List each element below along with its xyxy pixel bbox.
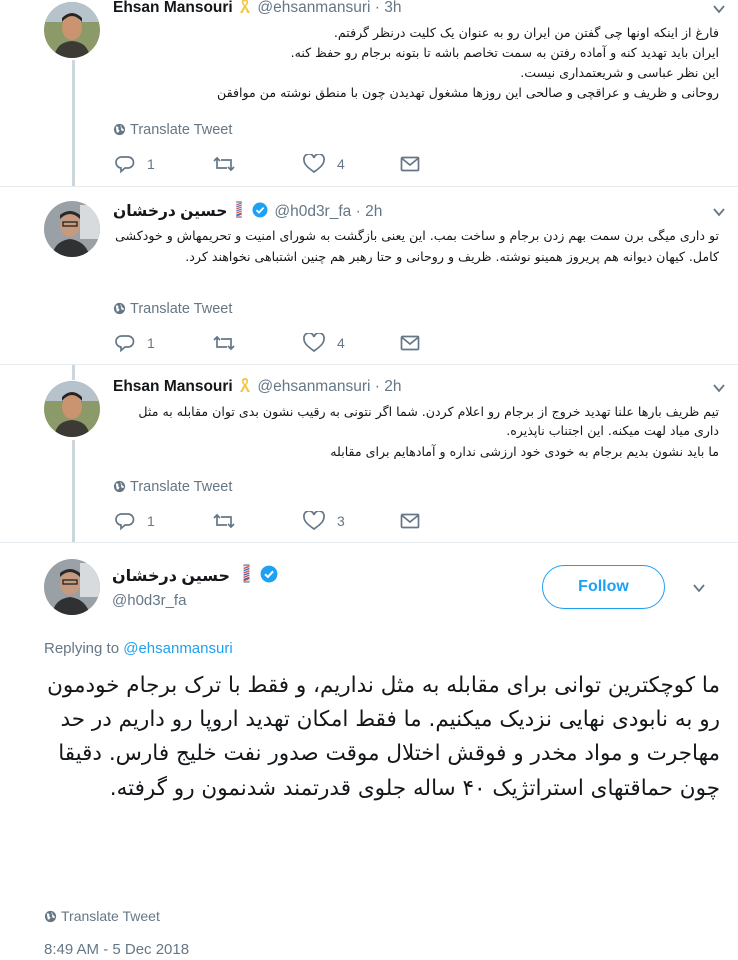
handle[interactable]: @h0d3r_fa bbox=[274, 203, 351, 220]
translate-tweet-link[interactable]: Translate Tweet bbox=[113, 479, 232, 497]
message-icon bbox=[400, 156, 420, 172]
separator-dot: · bbox=[355, 203, 361, 220]
tweet-paragraph: ایران باید تهدید کنه و آماده رفتن به سمت… bbox=[290, 44, 719, 60]
translate-tweet-link[interactable]: Translate Tweet bbox=[44, 908, 160, 926]
reply-button[interactable]: 1 bbox=[115, 153, 155, 175]
like-icon bbox=[303, 154, 325, 174]
like-icon bbox=[303, 333, 325, 353]
verified-icon bbox=[260, 565, 278, 588]
reply-count: 1 bbox=[147, 335, 155, 351]
tweet-paragraph: تو داری میگی برن سمت بهم زدن برجام و ساخ… bbox=[115, 228, 719, 265]
avatar[interactable] bbox=[44, 559, 100, 615]
like-button[interactable]: 3 bbox=[303, 510, 345, 532]
yellow-ribbon-icon bbox=[239, 0, 251, 19]
tweet-timestamp[interactable]: 8:49 AM - 5 Dec 2018 bbox=[44, 941, 189, 958]
like-count: 3 bbox=[337, 513, 345, 529]
globe-icon bbox=[113, 123, 126, 140]
display-name[interactable]: حسین درخشان bbox=[113, 203, 227, 220]
separator-dot: · bbox=[374, 0, 380, 16]
replying-to: Replying to @ehsanmansuri bbox=[44, 640, 233, 657]
tweet-header: حسین درخشان @h0d3r_fa · 2h bbox=[113, 201, 382, 223]
chevron-down-icon[interactable] bbox=[712, 205, 726, 219]
verified-icon bbox=[252, 202, 268, 223]
display-name-text: حسین درخشان bbox=[112, 568, 231, 585]
like-count: 4 bbox=[337, 335, 345, 351]
avatar-image bbox=[44, 201, 100, 257]
handle[interactable]: @ehsanmansuri bbox=[257, 0, 370, 16]
avatar-image bbox=[44, 2, 100, 58]
avatar[interactable] bbox=[44, 201, 100, 257]
like-count: 4 bbox=[337, 156, 345, 172]
translate-label: Translate Tweet bbox=[61, 908, 160, 924]
translate-tweet-link[interactable]: Translate Tweet bbox=[113, 122, 232, 140]
handle[interactable]: @h0d3r_fa bbox=[112, 592, 186, 609]
translate-label: Translate Tweet bbox=[130, 301, 233, 317]
mention-link[interactable]: @ehsanmansuri bbox=[123, 640, 232, 657]
translate-tweet-link[interactable]: Translate Tweet bbox=[113, 301, 232, 319]
handle[interactable]: @ehsanmansuri bbox=[257, 378, 370, 395]
tweet-time[interactable]: 3h bbox=[384, 0, 401, 16]
thread-tweet-2[interactable]: حسین درخشان @h0d3r_fa · 2h تو داری میگی … bbox=[0, 186, 738, 364]
replying-prefix: Replying to bbox=[44, 640, 120, 657]
translate-label: Translate Tweet bbox=[130, 479, 233, 495]
reply-count: 1 bbox=[147, 156, 155, 172]
message-icon bbox=[400, 513, 420, 529]
reply-icon bbox=[115, 156, 135, 174]
yellow-ribbon-icon bbox=[239, 377, 251, 398]
avatar-image bbox=[44, 381, 100, 437]
tweet-paragraph: این نظر عباسی و شریعتمداری نیست. bbox=[520, 64, 719, 80]
translate-label: Translate Tweet bbox=[130, 122, 233, 138]
tweet-text: فارغ از اینکه اونها چی گفتن من ایران رو … bbox=[113, 24, 719, 104]
tweet-text: تو داری میگی برن سمت بهم زدن برجام و ساخ… bbox=[113, 225, 719, 269]
chevron-down-icon[interactable] bbox=[712, 2, 726, 16]
retweet-button[interactable] bbox=[212, 510, 236, 532]
avatar-image bbox=[44, 559, 100, 615]
retweet-button[interactable] bbox=[212, 153, 236, 175]
chevron-down-icon[interactable] bbox=[692, 581, 706, 595]
reply-icon bbox=[115, 335, 135, 353]
separator-dot: · bbox=[374, 378, 380, 395]
retweet-icon bbox=[213, 513, 235, 529]
message-icon bbox=[400, 335, 420, 351]
retweet-icon bbox=[213, 335, 235, 351]
display-name[interactable]: Ehsan Mansouri bbox=[113, 378, 233, 395]
main-tweet: حسین درخشان @h0d3r_fa Follow Replying to… bbox=[0, 542, 738, 960]
tweet-paragraph: فارغ از اینکه اونها چی گفتن من ایران رو … bbox=[333, 25, 719, 40]
globe-icon bbox=[44, 910, 57, 926]
tweet-paragraph: تیم ظریف بارها علنا تهدید خروج از برجام … bbox=[138, 404, 719, 438]
tweet-text: تیم ظریف بارها علنا تهدید خروج از برجام … bbox=[113, 403, 719, 464]
thread-tweet-3[interactable]: Ehsan Mansouri @ehsanmansuri · 2h تیم ظر… bbox=[0, 364, 738, 542]
tweet-time[interactable]: 2h bbox=[365, 203, 382, 220]
reply-count: 1 bbox=[147, 513, 155, 529]
avatar[interactable] bbox=[44, 381, 100, 437]
follow-button[interactable]: Follow bbox=[542, 565, 665, 609]
display-name[interactable]: Ehsan Mansouri bbox=[113, 0, 233, 16]
tweet-paragraph: ما باید نشون بدیم برجام به خودی خود ارزش… bbox=[330, 443, 719, 459]
reply-icon bbox=[115, 513, 135, 531]
like-icon bbox=[303, 511, 325, 531]
like-button[interactable]: 4 bbox=[303, 153, 345, 175]
reply-button[interactable]: 1 bbox=[115, 510, 155, 532]
chevron-down-icon[interactable] bbox=[712, 381, 726, 395]
globe-icon bbox=[113, 302, 126, 319]
message-button[interactable] bbox=[400, 332, 420, 354]
reply-button[interactable]: 1 bbox=[115, 332, 155, 354]
globe-icon bbox=[113, 480, 126, 497]
tweet-header: Ehsan Mansouri @ehsanmansuri · 2h bbox=[113, 377, 402, 398]
like-button[interactable]: 4 bbox=[303, 332, 345, 354]
barber-pole-icon bbox=[241, 564, 252, 588]
tweet-text: ما کوچکترین توانی برای مقابله به مثل ندا… bbox=[47, 673, 720, 801]
message-button[interactable] bbox=[400, 510, 420, 532]
tweet-time[interactable]: 2h bbox=[384, 378, 401, 395]
barber-pole-icon bbox=[234, 201, 244, 223]
message-button[interactable] bbox=[400, 153, 420, 175]
tweet-paragraph: روحانی و ظریف و عراقچی و صالحی این روزها… bbox=[217, 84, 719, 100]
avatar[interactable] bbox=[44, 2, 100, 58]
thread-tweet-1[interactable]: Ehsan Mansouri @ehsanmansuri · 3h فارغ ا… bbox=[0, 0, 738, 186]
retweet-icon bbox=[213, 156, 235, 172]
retweet-button[interactable] bbox=[212, 332, 236, 354]
tweet-header: Ehsan Mansouri @ehsanmansuri · 3h bbox=[113, 0, 402, 19]
display-name[interactable]: حسین درخشان bbox=[112, 564, 280, 588]
